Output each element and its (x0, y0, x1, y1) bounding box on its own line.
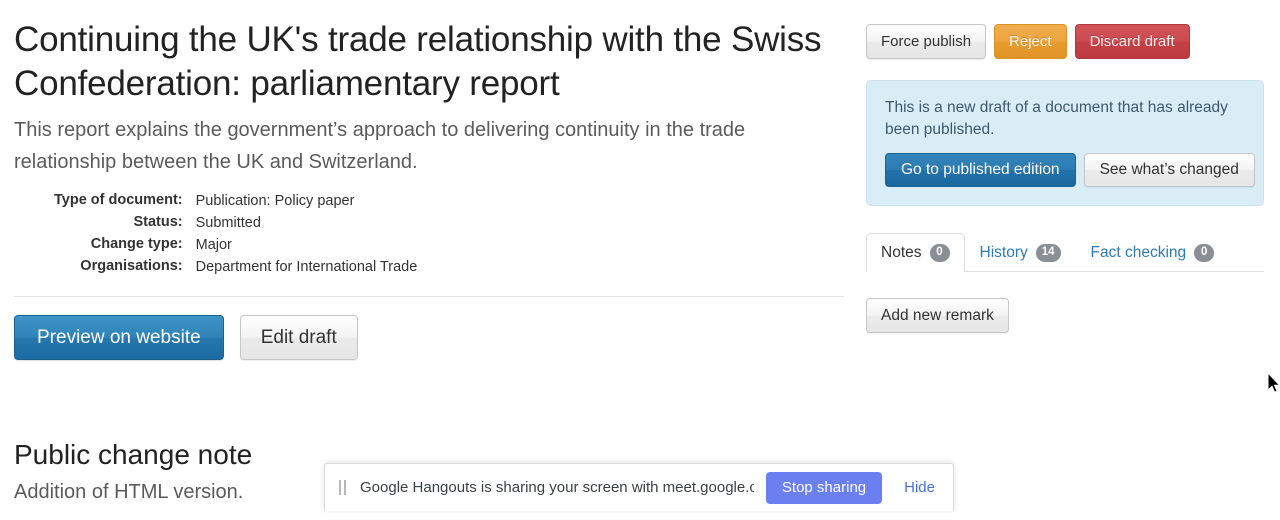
metadata-value-organisations: Department for International Trade (195, 258, 419, 280)
metadata-label-change-type: Change type: (14, 236, 195, 258)
tab-fact-checking-label: Fact checking (1091, 244, 1187, 262)
page-title: Continuing the UK's trade relationship w… (14, 18, 844, 106)
tab-notes-label: Notes (881, 244, 922, 262)
info-panel-actions: Go to published edition See what’s chang… (885, 153, 1245, 187)
hide-share-bar-button[interactable]: Hide (894, 479, 939, 496)
metadata-value-type-of-document: Publication: Policy paper (195, 192, 419, 214)
drag-handle-icon[interactable] (337, 480, 348, 495)
document-main-column: Continuing the UK's trade relationship w… (14, 18, 844, 360)
add-new-remark-button[interactable]: Add new remark (866, 298, 1009, 333)
tab-history-label: History (980, 244, 1028, 262)
table-row: Organisations: Department for Internatio… (14, 258, 418, 280)
metadata-value-status: Submitted (195, 214, 419, 236)
document-summary: This report explains the government’s ap… (14, 114, 844, 178)
document-metadata-table: Type of document: Publication: Policy pa… (14, 192, 418, 280)
preview-on-website-button[interactable]: Preview on website (14, 315, 224, 360)
screen-share-message: Google Hangouts is sharing your screen w… (360, 479, 754, 496)
edit-draft-button[interactable]: Edit draft (240, 315, 358, 360)
remark-actions: Add new remark (866, 298, 1264, 333)
tab-history-badge: 14 (1036, 244, 1061, 262)
metadata-value-change-type: Major (195, 236, 419, 258)
metadata-label-type-of-document: Type of document: (14, 192, 195, 214)
tab-notes-badge: 0 (930, 244, 950, 262)
see-whats-changed-button[interactable]: See what’s changed (1084, 153, 1255, 187)
metadata-label-organisations: Organisations: (14, 258, 195, 280)
go-to-published-edition-button[interactable]: Go to published edition (885, 153, 1076, 187)
tab-history[interactable]: History 14 (965, 233, 1076, 272)
discard-draft-button[interactable]: Discard draft (1075, 24, 1190, 59)
mouse-cursor-icon (1267, 372, 1280, 394)
table-row: Change type: Major (14, 236, 418, 258)
document-action-bar: Preview on website Edit draft (14, 315, 844, 360)
page-bottom-edge (0, 513, 1280, 520)
screen-share-notification-bar: Google Hangouts is sharing your screen w… (324, 463, 954, 511)
metadata-label-status: Status: (14, 214, 195, 236)
tab-notes[interactable]: Notes 0 (866, 233, 965, 272)
sidebar-tabs: Notes 0 History 14 Fact checking 0 (866, 232, 1264, 272)
force-publish-button[interactable]: Force publish (866, 24, 986, 59)
reject-button[interactable]: Reject (994, 24, 1067, 59)
table-row: Type of document: Publication: Policy pa… (14, 192, 418, 214)
publish-action-bar: Force publish Reject Discard draft (866, 24, 1264, 59)
stop-sharing-button[interactable]: Stop sharing (766, 472, 882, 504)
tab-fact-checking-badge: 0 (1194, 244, 1214, 262)
new-draft-info-panel: This is a new draft of a document that h… (866, 80, 1264, 206)
page-root: Continuing the UK's trade relationship w… (0, 0, 1280, 520)
document-sidebar: Force publish Reject Discard draft This … (866, 24, 1264, 333)
info-panel-message: This is a new draft of a document that h… (885, 97, 1245, 141)
tab-fact-checking[interactable]: Fact checking 0 (1076, 233, 1230, 272)
table-row: Status: Submitted (14, 214, 418, 236)
section-divider (14, 296, 844, 297)
